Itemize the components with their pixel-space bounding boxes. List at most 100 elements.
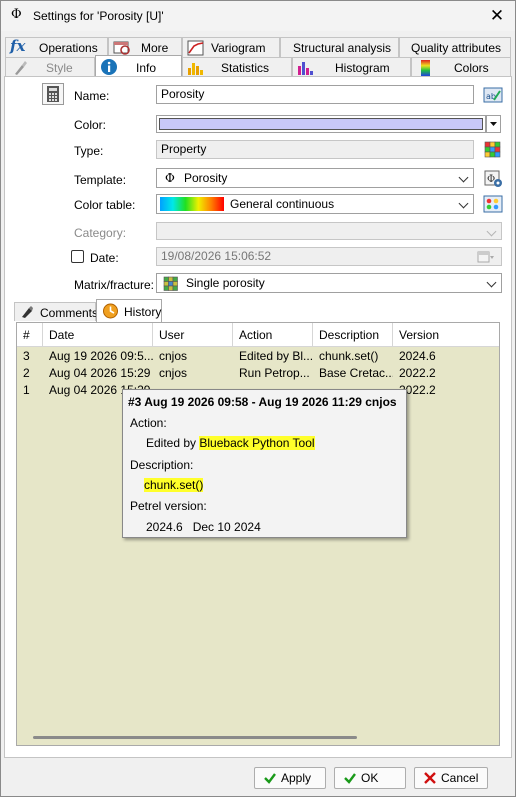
tab-more[interactable]: More <box>108 37 182 57</box>
color-label: Color: <box>74 118 107 132</box>
cell-number: 1 <box>23 383 30 397</box>
date-checkbox[interactable] <box>71 250 84 263</box>
template-settings-icon: Φ <box>484 170 502 187</box>
tab-style[interactable]: Style <box>5 57 95 77</box>
statistics-icon <box>187 60 203 75</box>
column-header-user[interactable]: User <box>153 323 233 347</box>
property-type-icon <box>483 140 503 160</box>
cell-user: cnjos <box>159 349 188 363</box>
category-select[interactable] <box>156 222 502 240</box>
tab-comments[interactable]: Comments <box>14 302 98 321</box>
tab-operations-label: Operations <box>39 41 98 55</box>
calculator-button[interactable] <box>42 83 64 105</box>
type-label: Type: <box>74 144 104 158</box>
tab-operations[interactable]: fx Operations <box>5 37 108 57</box>
color-picker[interactable] <box>156 115 486 133</box>
cell-version: 2022.2 <box>399 383 436 397</box>
fx-icon: fx <box>10 37 26 55</box>
tab-quality-attributes-label: Quality attributes <box>411 41 502 55</box>
info-icon <box>100 58 117 75</box>
calendar-icon <box>477 250 495 269</box>
svg-text:Φ: Φ <box>487 174 495 185</box>
color-table-select[interactable]: General continuous <box>156 194 474 214</box>
checkmark-icon <box>344 773 356 784</box>
tooltip-description-highlight: chunk.set() <box>144 478 204 492</box>
checkmark-icon <box>264 773 276 784</box>
tooltip-description-value: chunk.set() <box>144 478 204 492</box>
brush-icon <box>12 60 28 75</box>
phi-icon: Φ <box>165 171 175 185</box>
date-value: 19/08/2026 15:06:52 <box>161 249 272 263</box>
cell-number: 2 <box>23 366 30 380</box>
triangle-down-icon <box>490 122 497 126</box>
history-tooltip: #3 Aug 19 2026 09:58 - Aug 19 2026 11:29… <box>122 389 407 538</box>
comments-icon <box>20 305 36 320</box>
tab-colors[interactable]: Colors <box>411 57 511 77</box>
tab-structural-analysis-label: Structural analysis <box>293 41 392 55</box>
horizontal-scrollbar[interactable] <box>33 736 357 739</box>
column-header-version[interactable]: Version <box>393 323 499 347</box>
tab-histogram[interactable]: Histogram <box>292 57 411 77</box>
history-icon <box>102 302 118 319</box>
tab-variogram[interactable]: Variogram <box>182 37 280 57</box>
tooltip-description-label: Description: <box>130 458 194 472</box>
template-value: Porosity <box>184 171 228 185</box>
color-table-settings-button[interactable] <box>483 194 503 214</box>
name-input[interactable]: Porosity <box>156 85 474 104</box>
name-edit-button[interactable]: ab <box>483 85 503 105</box>
table-row[interactable]: 2 Aug 04 2026 15:29 cnjos Run Petrop... … <box>17 365 499 382</box>
ok-label: OK <box>361 771 379 785</box>
calculator-icon <box>47 86 59 102</box>
close-button[interactable]: ✕ <box>483 4 511 28</box>
color-palette-icon <box>483 195 503 213</box>
ok-button[interactable]: OK <box>334 767 406 789</box>
text-edit-icon: ab <box>483 87 503 103</box>
cancel-label: Cancel <box>441 771 479 785</box>
column-header-action[interactable]: Action <box>233 323 313 347</box>
history-table-header: # Date User Action Description Version <box>17 323 499 347</box>
tab-history[interactable]: History <box>96 299 162 322</box>
cell-date: Aug 19 2026 09:5... <box>49 349 153 363</box>
cell-user: cnjos <box>159 366 188 380</box>
date-label: Date: <box>90 251 119 265</box>
tab-variogram-label: Variogram <box>211 41 266 55</box>
color-swatch <box>159 118 483 130</box>
magnifier-icon <box>113 40 130 55</box>
cancel-button[interactable]: Cancel <box>414 767 488 789</box>
template-settings-button[interactable]: Φ <box>483 168 503 188</box>
tab-statistics-label: Statistics <box>221 61 270 75</box>
window-title: Settings for 'Porosity [U]' <box>33 9 164 23</box>
template-select[interactable]: Φ Porosity <box>156 168 474 188</box>
title-bar: Φ Settings for 'Porosity [U]' ✕ <box>1 1 515 31</box>
tab-history-label: History <box>124 305 162 319</box>
tab-histogram-label: Histogram <box>335 61 390 75</box>
cell-version: 2022.2 <box>399 366 436 380</box>
cell-date: Aug 04 2026 15:29 <box>49 366 151 380</box>
color-dropdown-button[interactable] <box>486 115 501 133</box>
cell-action: Run Petrop... <box>239 366 310 380</box>
tooltip-action-value: Edited by Blueback Python Tool <box>146 436 315 450</box>
cross-icon <box>424 772 436 784</box>
tooltip-action-highlight: Blueback Python Tool <box>199 436 315 450</box>
tooltip-action-label: Action: <box>130 416 167 430</box>
tab-info[interactable]: Info <box>95 55 182 76</box>
colors-icon <box>420 60 436 76</box>
tab-quality-attributes[interactable]: Quality attributes <box>399 37 511 57</box>
matrix-fracture-select[interactable]: Single porosity <box>156 273 502 293</box>
tab-structural-analysis[interactable]: Structural analysis <box>280 37 399 57</box>
column-header-description[interactable]: Description <box>313 323 393 347</box>
apply-button[interactable]: Apply <box>254 767 326 789</box>
grid-icon <box>163 276 179 296</box>
variogram-icon <box>187 40 204 56</box>
cell-number: 3 <box>23 349 30 363</box>
column-header-number[interactable]: # <box>17 323 43 347</box>
type-field: Property <box>156 140 474 159</box>
column-header-date[interactable]: Date <box>43 323 153 347</box>
table-row[interactable]: 3 Aug 19 2026 09:5... cnjos Edited by Bl… <box>17 348 499 365</box>
tooltip-version-value: 2024.6 Dec 10 2024 <box>146 520 261 534</box>
template-label: Template: <box>74 173 127 187</box>
phi-icon: Φ <box>11 7 22 22</box>
tab-statistics[interactable]: Statistics <box>182 57 292 77</box>
tab-colors-label: Colors <box>454 61 489 75</box>
date-field[interactable]: 19/08/2026 15:06:52 <box>156 247 502 266</box>
